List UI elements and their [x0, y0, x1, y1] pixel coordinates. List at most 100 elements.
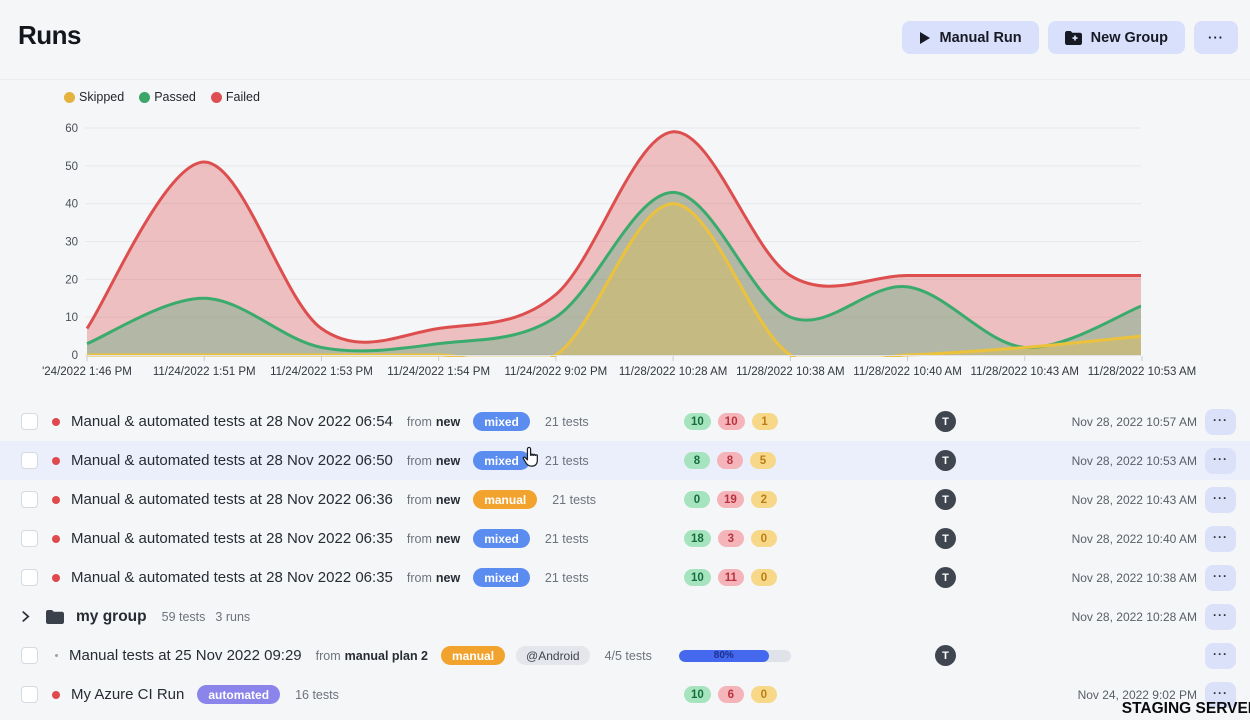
legend-item-skipped: Skipped — [64, 90, 124, 104]
runs-list: Manual & automated tests at 28 Nov 2022 … — [0, 402, 1250, 714]
progress-label: 80% — [714, 650, 734, 661]
x-tick-label: 11/28/2022 10:43 AM — [971, 366, 1080, 378]
legend-label: Passed — [154, 90, 196, 104]
progress-bar-fill: 80% — [679, 650, 769, 662]
run-type-badge: automated — [197, 685, 280, 704]
row-menu-button[interactable]: ··· — [1205, 487, 1236, 513]
legend-dot-icon — [211, 92, 222, 103]
status-dot — [52, 496, 60, 504]
failed-count-pill: 3 — [718, 530, 744, 547]
avatar[interactable]: T — [935, 411, 956, 432]
y-tick-label: 50 — [65, 161, 78, 173]
row-menu-button[interactable]: ··· — [1205, 604, 1236, 630]
legend-dot-icon — [139, 92, 150, 103]
table-row[interactable]: Manual & automated tests at 28 Nov 2022 … — [0, 519, 1250, 558]
table-row[interactable]: My Azure CI Runautomated16 tests1060Nov … — [0, 675, 1250, 714]
play-icon — [919, 32, 930, 44]
page-title: Runs — [18, 20, 81, 51]
group-run-count: 3 runs — [215, 610, 250, 624]
failed-count-pill: 19 — [717, 491, 744, 508]
status-dot — [52, 418, 60, 426]
y-tick-label: 40 — [65, 199, 78, 211]
run-source: new — [436, 415, 460, 429]
run-type-badge: manual — [441, 646, 505, 665]
new-group-button[interactable]: New Group — [1048, 21, 1185, 54]
table-row[interactable]: Manual tests at 25 Nov 2022 09:29fromman… — [0, 636, 1250, 675]
table-row[interactable]: Manual & automated tests at 28 Nov 2022 … — [0, 558, 1250, 597]
skipped-count-pill: 0 — [751, 569, 777, 586]
result-counts: 10101 — [684, 413, 778, 430]
y-tick-label: 30 — [65, 237, 78, 249]
row-checkbox[interactable] — [21, 413, 38, 430]
table-row[interactable]: Manual & automated tests at 28 Nov 2022 … — [0, 480, 1250, 519]
run-source: new — [436, 571, 460, 585]
run-type-badge: manual — [473, 490, 537, 509]
run-type-badge: mixed — [473, 568, 530, 587]
status-dot — [55, 654, 58, 657]
table-row[interactable]: Manual & automated tests at 28 Nov 2022 … — [0, 402, 1250, 441]
x-tick-label: 11/28/2022 10:53 AM — [1088, 366, 1197, 378]
test-count: 21 tests — [545, 532, 589, 546]
run-title[interactable]: Manual & automated tests at 28 Nov 2022 … — [71, 452, 393, 469]
device-tag: @Android — [516, 646, 590, 665]
run-title[interactable]: Manual tests at 25 Nov 2022 09:29 — [69, 647, 302, 664]
group-name[interactable]: my group — [76, 608, 147, 626]
from-label: from — [407, 454, 432, 468]
run-title[interactable]: Manual & automated tests at 28 Nov 2022 … — [71, 413, 393, 430]
row-menu-button[interactable]: ··· — [1205, 448, 1236, 474]
test-count: 21 tests — [545, 454, 589, 468]
run-type-badge: mixed — [473, 412, 530, 431]
run-title[interactable]: Manual & automated tests at 28 Nov 2022 … — [71, 569, 393, 586]
run-title[interactable]: Manual & automated tests at 28 Nov 2022 … — [71, 491, 393, 508]
staging-server-watermark: STAGING SERVER — [1122, 700, 1250, 718]
failed-count-pill: 11 — [718, 569, 744, 586]
avatar[interactable]: T — [935, 489, 956, 510]
run-title[interactable]: My Azure CI Run — [71, 686, 184, 703]
legend-label: Skipped — [79, 90, 124, 104]
row-menu-button[interactable]: ··· — [1205, 565, 1236, 591]
test-count: 21 tests — [545, 571, 589, 585]
failed-count-pill: 10 — [718, 413, 745, 430]
legend-item-passed: Passed — [139, 90, 196, 104]
run-source: new — [436, 532, 460, 546]
run-type-badge: mixed — [473, 529, 530, 548]
row-checkbox[interactable] — [21, 686, 38, 703]
run-title[interactable]: Manual & automated tests at 28 Nov 2022 … — [71, 530, 393, 547]
row-checkbox[interactable] — [21, 647, 38, 664]
page-header: Runs Manual Run New Group ··· — [0, 0, 1250, 80]
group-row[interactable]: my group59 tests3 runsNov 28, 2022 10:28… — [0, 597, 1250, 636]
manual-run-button[interactable]: Manual Run — [902, 21, 1038, 54]
folder-icon — [46, 610, 64, 624]
chevron-right-icon[interactable] — [20, 611, 31, 622]
header-more-button[interactable]: ··· — [1194, 21, 1238, 54]
run-source: new — [436, 454, 460, 468]
row-checkbox[interactable] — [21, 569, 38, 586]
run-source: new — [436, 493, 460, 507]
passed-count-pill: 8 — [684, 452, 710, 469]
row-menu-button[interactable]: ··· — [1205, 409, 1236, 435]
passed-count-pill: 10 — [684, 569, 711, 586]
status-dot — [52, 535, 60, 543]
x-tick-label: 11/24/2022 1:53 PM — [270, 366, 373, 378]
legend-dot-icon — [64, 92, 75, 103]
avatar[interactable]: T — [935, 567, 956, 588]
row-checkbox[interactable] — [21, 452, 38, 469]
row-menu-button[interactable]: ··· — [1205, 643, 1236, 669]
status-dot — [52, 457, 60, 465]
test-count: 16 tests — [295, 688, 339, 702]
avatar[interactable]: T — [935, 645, 956, 666]
row-checkbox[interactable] — [21, 491, 38, 508]
runs-trend-chart: 0102030405060'24/2022 1:46 PM11/24/2022 … — [0, 110, 1250, 395]
passed-count-pill: 10 — [684, 413, 711, 430]
skipped-count-pill: 0 — [751, 530, 777, 547]
result-counts: 1830 — [684, 530, 777, 547]
avatar[interactable]: T — [935, 450, 956, 471]
table-row[interactable]: Manual & automated tests at 28 Nov 2022 … — [0, 441, 1250, 480]
avatar[interactable]: T — [935, 528, 956, 549]
status-dot — [52, 574, 60, 582]
row-checkbox[interactable] — [21, 530, 38, 547]
row-menu-button[interactable]: ··· — [1205, 526, 1236, 552]
run-date: Nov 28, 2022 10:57 AM — [1072, 415, 1197, 429]
y-tick-label: 20 — [65, 274, 78, 286]
x-tick-label: 11/28/2022 10:40 AM — [853, 366, 962, 378]
